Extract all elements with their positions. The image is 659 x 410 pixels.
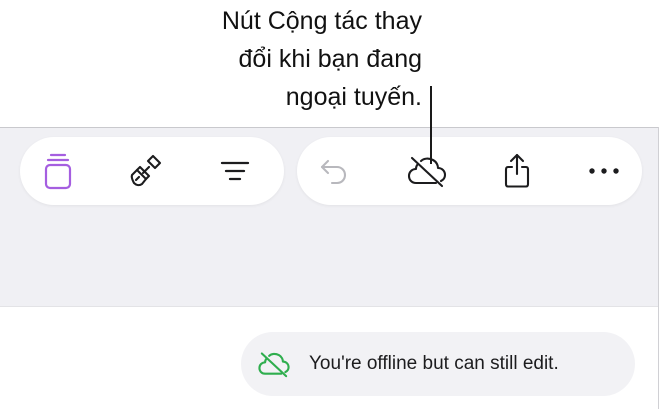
callout-text: Nút Cộng tác thay đổi khi bạn đang ngoại… — [92, 2, 422, 116]
offline-toast: You're offline but can still edit. — [241, 332, 635, 396]
callout-line-1: Nút Cộng tác thay — [221, 7, 422, 35]
share-icon — [502, 152, 532, 190]
document-stack-icon — [43, 152, 73, 190]
paintbrush-icon — [129, 153, 163, 189]
format-brush-button[interactable] — [126, 151, 166, 191]
toolbar-left-group — [20, 137, 284, 205]
callout-leader-line — [430, 86, 432, 164]
frame-top-border — [0, 127, 659, 128]
cloud-offline-icon — [406, 154, 448, 188]
collaboration-button[interactable] — [407, 151, 447, 191]
undo-button[interactable] — [313, 151, 353, 191]
toolbar-right-group — [297, 137, 642, 205]
app-window: You're offline but can still edit. — [0, 127, 659, 410]
cloud-offline-icon — [257, 349, 291, 379]
more-button[interactable] — [584, 151, 624, 191]
document-button[interactable] — [38, 151, 78, 191]
toast-message: You're offline but can still edit. — [309, 353, 559, 374]
text-format-button[interactable] — [215, 151, 255, 191]
text-format-icon — [219, 159, 251, 183]
more-icon — [587, 166, 621, 176]
undo-icon — [318, 157, 348, 185]
callout: Nút Cộng tác thay đổi khi bạn đang ngoại… — [0, 0, 659, 127]
toolbar-background — [0, 128, 658, 306]
callout-line-2: đổi khi bạn đang — [238, 45, 422, 73]
callout-line-3: ngoại tuyến. — [285, 83, 422, 111]
share-button[interactable] — [497, 151, 537, 191]
